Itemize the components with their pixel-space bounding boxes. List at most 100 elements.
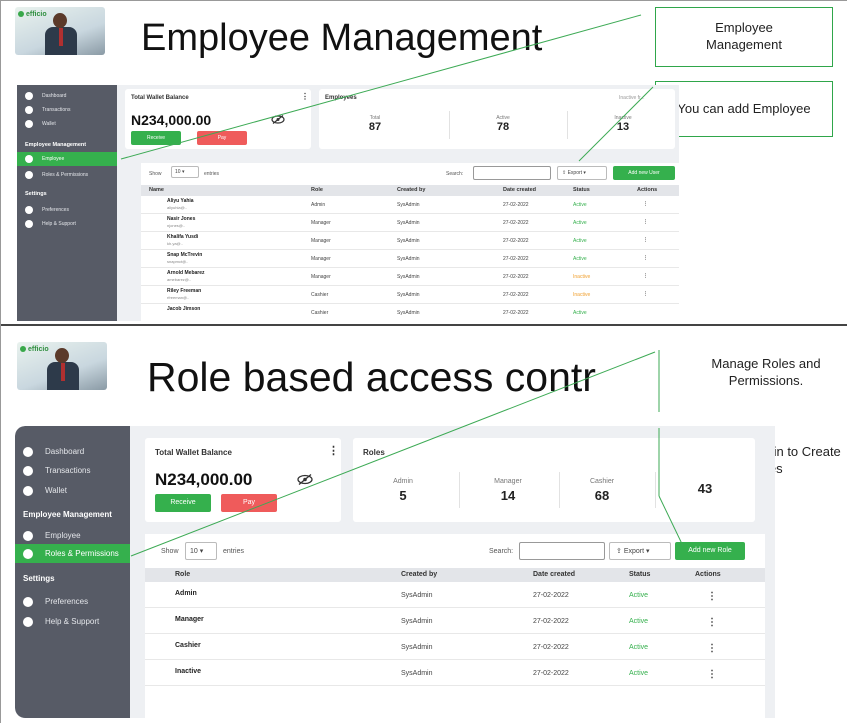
row-actions-icon[interactable]: ⋮ (643, 255, 648, 261)
pay-button[interactable]: Pay (221, 494, 277, 512)
table-row[interactable]: Nasir Jones njones@.. Manager SysAdmin 27-0… (141, 214, 679, 232)
wallet-balance: N234,000.00 (155, 470, 253, 489)
employees-card-title: Employees (325, 95, 357, 101)
sidebar-item-roles-permissions[interactable]: Roles & Permissions (15, 544, 130, 563)
add-new-role-button[interactable]: Add new Role (675, 542, 745, 560)
table-row[interactable]: Manager SysAdmin 27-02-2022 Active ⋮ (145, 608, 765, 634)
sidebar-item-dashboard[interactable]: Dashboard (17, 89, 117, 103)
show-label: Show (161, 548, 179, 555)
entries-select[interactable]: 10 ▾ (185, 542, 217, 560)
th-created-by[interactable]: Created by (401, 571, 437, 578)
sidebar-item-wallet[interactable]: Wallet (15, 481, 130, 500)
wallet-menu-icon[interactable]: ⋮ (328, 444, 339, 457)
th-status[interactable]: Status (629, 571, 650, 578)
search-input[interactable] (473, 166, 551, 180)
th-date-created[interactable]: Date created (533, 571, 575, 578)
row-actions-icon[interactable]: ⋮ (643, 291, 648, 297)
wallet-icon (25, 120, 33, 128)
receive-button[interactable]: Receive (131, 131, 181, 145)
show-label: Show (149, 171, 162, 177)
sidebar-item-employee[interactable]: Employee (15, 526, 130, 545)
export-dropdown[interactable]: ⇪ Export ▾ (609, 542, 671, 560)
table-row[interactable]: Jacob Jimson Cashier SysAdmin 27-02-2022 Ac… (141, 304, 679, 321)
sidebar-heading-settings: Settings (23, 574, 55, 583)
search-label: Search: (489, 548, 514, 555)
callout-text: Employee Management (706, 20, 782, 52)
table-header: Role Created by Date created Status Acti… (145, 568, 765, 582)
row-actions-icon[interactable]: ⋮ (707, 669, 717, 680)
hide-balance-icon[interactable] (271, 115, 285, 124)
callout-employee-management: Employee Management (655, 7, 833, 67)
hide-balance-icon[interactable] (297, 474, 313, 485)
table-row[interactable]: Snap McTrevin snapmct@.. Manager SysAdmin 2… (141, 250, 679, 268)
brand-logo-icon (18, 11, 24, 17)
table-row[interactable]: Aliyu Yahia aliyuhia@.. Admin SysAdmin 27-0… (141, 196, 679, 214)
receive-button[interactable]: Receive (155, 494, 211, 512)
row-actions-icon[interactable]: ⋮ (643, 201, 648, 207)
sidebar-item-help-support[interactable]: Help & Support (15, 612, 130, 631)
search-input[interactable] (519, 542, 605, 560)
sidebar-item-dashboard[interactable]: Dashboard (15, 442, 130, 461)
sidebar-item-employee[interactable]: Employee (17, 152, 117, 166)
wallet-card: Total Wallet Balance ⋮ N234,000.00 Recei… (125, 89, 311, 149)
sidebar-heading-settings: Settings (25, 191, 47, 197)
sidebar: Dashboard Transactions Wallet Employee M… (15, 426, 130, 718)
row-actions-icon[interactable]: ⋮ (643, 273, 648, 279)
role-based-access-section: efficio Role based access contr Manage R… (1, 328, 847, 723)
app-window: Dashboard Transactions Wallet Employee M… (15, 426, 775, 718)
wallet-title: Total Wallet Balance (155, 448, 232, 457)
table-row[interactable]: Arnold Mebarez amebarez@.. Manager SysAdmi… (141, 268, 679, 286)
th-actions: Actions (695, 571, 721, 578)
table-row[interactable]: Riley Freeman rfreeman@.. Cashier SysAdmin… (141, 286, 679, 304)
stat-total: Total 87 (368, 115, 382, 133)
transactions-icon (25, 106, 33, 114)
app-window: Dashboard Transactions Wallet Employee M… (17, 85, 679, 321)
callout-text: You can add Employee (677, 100, 811, 116)
export-dropdown[interactable]: ⇪ Export ▾ (557, 166, 607, 180)
th-name[interactable]: Name (149, 187, 164, 193)
roles-table-panel: Show 10 ▾ entries Search: ⇪ Export ▾ Add… (145, 534, 765, 718)
th-role[interactable]: Role (175, 571, 190, 578)
sidebar-heading-employee-management: Employee Management (23, 510, 112, 519)
employee-icon (25, 155, 33, 163)
employees-table-panel: Show 10 ▾ entries Search: ⇪ Export ▾ Add… (141, 163, 679, 321)
add-new-user-button[interactable]: Add new User (613, 166, 675, 180)
row-actions-icon[interactable]: ⋮ (707, 617, 717, 628)
th-date-created[interactable]: Date created (503, 187, 536, 193)
row-actions-icon[interactable]: ⋮ (707, 591, 717, 602)
table-header: Name Role Created by Date created Status… (141, 185, 679, 196)
sidebar-item-transactions[interactable]: Transactions (17, 103, 117, 117)
wallet-title: Total Wallet Balance (131, 95, 189, 101)
sidebar-item-transactions[interactable]: Transactions (15, 461, 130, 480)
dashboard-icon (23, 446, 33, 457)
stat-other: 43 (697, 481, 713, 496)
table-row[interactable]: Admin SysAdmin 27-02-2022 Active ⋮ (145, 582, 765, 608)
row-actions-icon[interactable]: ⋮ (643, 219, 648, 225)
wallet-menu-icon[interactable]: ⋮ (301, 92, 309, 101)
slide-page: efficio Employee Management Employee Man… (0, 0, 847, 723)
row-actions-icon[interactable]: ⋮ (643, 237, 648, 243)
th-status[interactable]: Status (573, 187, 590, 193)
preferences-icon (25, 206, 33, 214)
employees-card-overflow-text: Inactive fr... (619, 95, 645, 101)
sidebar-item-preferences[interactable]: Preferences (15, 592, 130, 611)
stat-inactive: Inactive 13 (614, 115, 632, 133)
entries-select[interactable]: 10 ▾ (171, 166, 199, 178)
sidebar: Dashboard Transactions Wallet Employee M… (17, 85, 117, 321)
row-actions-icon[interactable]: ⋮ (707, 643, 717, 654)
wallet-icon (23, 485, 33, 496)
table-row[interactable]: Inactive SysAdmin 27-02-2022 Active ⋮ (145, 660, 765, 686)
table-row[interactable]: Cashier SysAdmin 27-02-2022 Active ⋮ (145, 634, 765, 660)
help-icon (23, 616, 33, 627)
wallet-balance: N234,000.00 (131, 112, 212, 128)
th-role[interactable]: Role (311, 187, 323, 193)
sidebar-item-preferences[interactable]: Preferences (17, 203, 117, 217)
employees-stats-card: Employees Inactive fr... Total 87 Active 7… (319, 89, 675, 149)
pay-button[interactable]: Pay (197, 131, 247, 145)
th-created-by[interactable]: Created by (397, 187, 425, 193)
sidebar-item-wallet[interactable]: Wallet (17, 117, 117, 131)
callout-manage-roles: Manage Roles and Permissions. (691, 356, 841, 390)
sidebar-item-help-support[interactable]: Help & Support (17, 217, 117, 231)
sidebar-item-roles-permissions[interactable]: Roles & Permissions (17, 168, 117, 182)
table-row[interactable]: Khalifa Yusdi kh.ya@.. Manager SysAdmin 27-… (141, 232, 679, 250)
